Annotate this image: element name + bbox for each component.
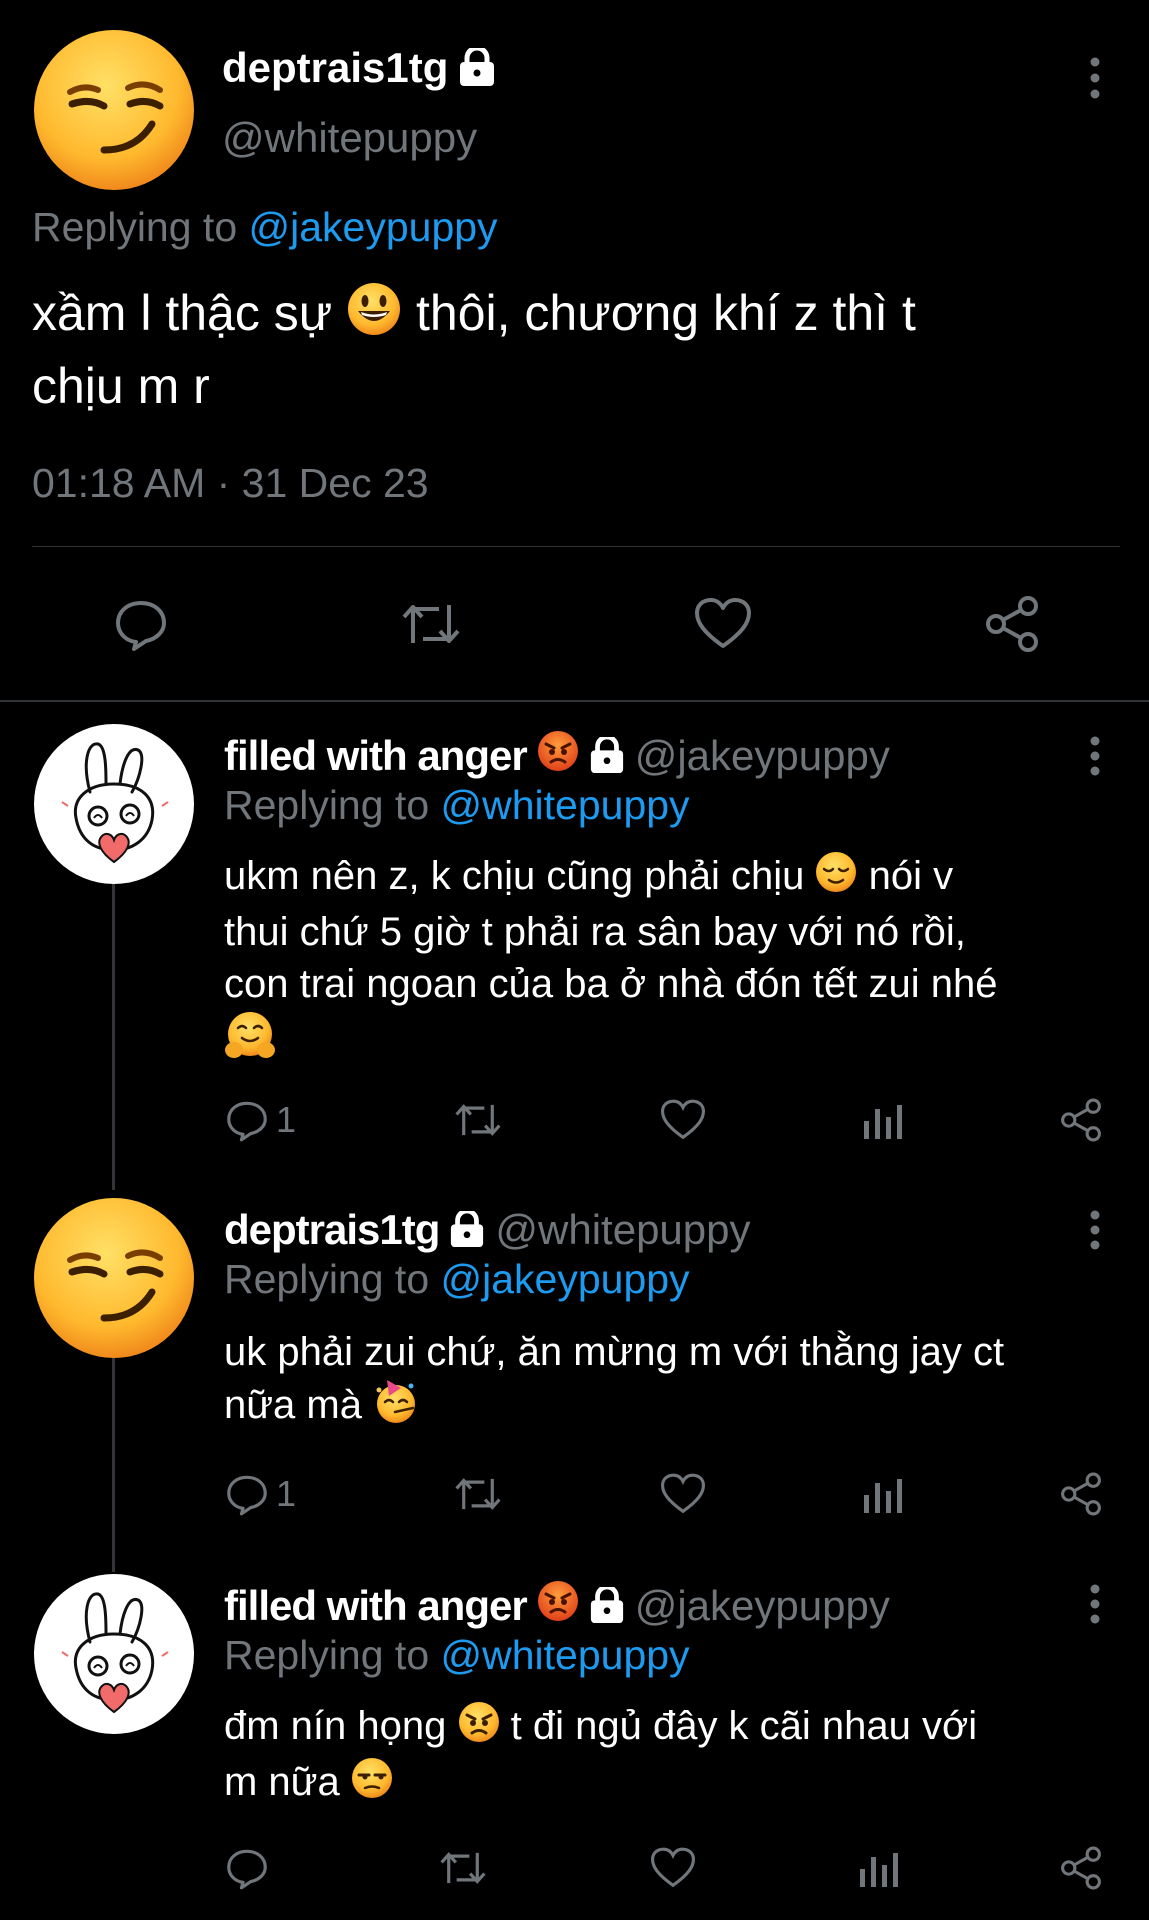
reply-avatar[interactable] [32,1572,196,1736]
smirk-emoji [34,1198,194,1358]
thread-line [112,880,115,1190]
reply-text-line2: nữa mà [224,1383,362,1428]
reply-avatar[interactable] [32,1196,196,1360]
like-icon[interactable] [659,1098,707,1142]
reply-action[interactable] [224,1845,276,1891]
reply-icon[interactable] [224,1845,270,1891]
replying-to-link[interactable]: @whitepuppy [441,782,690,828]
views-icon[interactable] [858,1847,898,1889]
author-display-name[interactable]: deptrais1tg [222,44,448,92]
reply-action[interactable]: 1 [224,1471,296,1517]
views-icon[interactable] [862,1099,903,1141]
reply-icon[interactable] [112,595,170,653]
tweet-text-line2: chịu m r [32,357,210,414]
reply-handle[interactable]: @whitepuppy [495,1206,750,1254]
reply-count: 1 [276,1473,297,1514]
replying-to: Replying to @whitepuppy [224,782,690,829]
retweet-icon[interactable] [452,1471,504,1517]
reply-header: deptrais1tg @whitepuppy [224,1206,751,1254]
reply-icon[interactable] [224,1097,270,1143]
more-icon[interactable] [1089,1584,1101,1629]
reply-display-name[interactable]: deptrais1tg [224,1206,440,1254]
reply-action-bar: 1 [224,1466,1104,1522]
angry-emoji [537,730,579,782]
reply-icon[interactable] [224,1471,270,1517]
angry-emoji [458,1701,500,1756]
reply-text: ukm nên z, k chịu cũng phải chịu nói v t… [224,850,1104,1073]
reply-text-line1b: nói v [857,854,954,898]
lock-icon [589,737,625,775]
lock-icon [449,1211,485,1249]
retweet-icon[interactable] [399,595,463,653]
share-icon[interactable] [1058,1097,1104,1143]
grinning-emoji [346,281,402,353]
bunny-avatar [34,724,194,884]
reply-text-line2: m nữa [224,1759,340,1804]
reply-text: uk phải zui chứ, ăn mừng m với thằng jay… [224,1326,1104,1437]
reply-text-line1: uk phải zui chứ, ăn mừng m với thằng jay… [224,1330,1005,1374]
reply-text-line2: thui chứ 5 giờ t phải ra sân bay với nó … [224,909,966,954]
reply-text-line1a: đm nín họng [224,1704,447,1748]
replying-to: Replying to @jakeypuppy [224,1256,690,1303]
bunny-avatar [34,1574,194,1734]
reply-action[interactable]: 1 [224,1097,296,1143]
smirk-emoji [34,30,194,190]
tweet-text-part2: thôi, chương khí z thì t [402,285,916,341]
reply-display-name[interactable]: filled with anger [224,1582,528,1630]
like-icon[interactable] [659,1472,707,1516]
thread-line [112,1354,115,1572]
replying-to-link[interactable]: @jakeypuppy [249,204,498,250]
reply-action-bar [224,1840,1104,1896]
more-icon[interactable] [1089,56,1101,105]
reply-handle[interactable]: @jakeypuppy [635,732,890,780]
reply-avatar[interactable] [32,722,196,886]
tweet-text-part1: xầm l thậc sự [32,285,333,341]
reply-header: filled with anger @jakeypuppy [224,1580,890,1632]
tweet-action-bar [112,592,1042,656]
reply-text: đm nín họng t đi ngủ đây k cãi nhau với … [224,1700,1104,1812]
reply-header: filled with anger @jakeypuppy [224,730,890,782]
replying-to-link[interactable]: @whitepuppy [441,1632,690,1678]
replying-to: Replying to @whitepuppy [224,1632,690,1679]
reply-text-line3: con trai ngoan của ba ở nhà đón tết zui … [224,961,998,1006]
section-divider [0,700,1149,702]
replying-prefix: Replying to [224,1256,441,1302]
replying-to-link[interactable]: @jakeypuppy [441,1256,690,1302]
lock-icon [458,48,496,88]
more-icon[interactable] [1089,736,1101,781]
lock-icon [589,1587,625,1625]
more-icon[interactable] [1089,1210,1101,1255]
hugging-emoji [224,1010,276,1073]
reply-display-name[interactable]: filled with anger [224,732,528,780]
like-icon[interactable] [649,1846,697,1890]
relieved-emoji [815,851,857,906]
reply-action-bar: 1 [224,1092,1104,1148]
replying-prefix: Replying to [224,782,441,828]
reply-text-line1b: t đi ngủ đây k cãi nhau với [499,1704,978,1748]
divider [32,546,1120,547]
unamused-emoji [351,1757,393,1812]
replying-to: Replying to @jakeypuppy [32,204,498,251]
replying-prefix: Replying to [224,1632,441,1678]
party-emoji [373,1378,419,1437]
share-icon[interactable] [1058,1471,1104,1517]
share-icon[interactable] [982,594,1042,654]
angry-emoji [537,1580,579,1632]
author-name-row: deptrais1tg [222,44,496,92]
retweet-icon[interactable] [452,1097,504,1143]
retweet-icon[interactable] [437,1845,489,1891]
views-icon[interactable] [862,1473,903,1515]
reply-text-line1a: ukm nên z, k chịu cũng phải chịu [224,854,805,898]
like-icon[interactable] [693,596,753,652]
author-avatar[interactable] [32,28,196,192]
share-icon[interactable] [1058,1845,1104,1891]
reply-count: 1 [276,1099,297,1140]
author-handle[interactable]: @whitepuppy [222,114,477,162]
tweet-timestamp[interactable]: 01:18 AM · 31 Dec 23 [32,460,429,507]
tweet-text: xầm l thậc sự thôi, chương khí z thì t c… [32,280,1102,419]
replying-prefix: Replying to [32,204,249,250]
reply-handle[interactable]: @jakeypuppy [635,1582,890,1630]
